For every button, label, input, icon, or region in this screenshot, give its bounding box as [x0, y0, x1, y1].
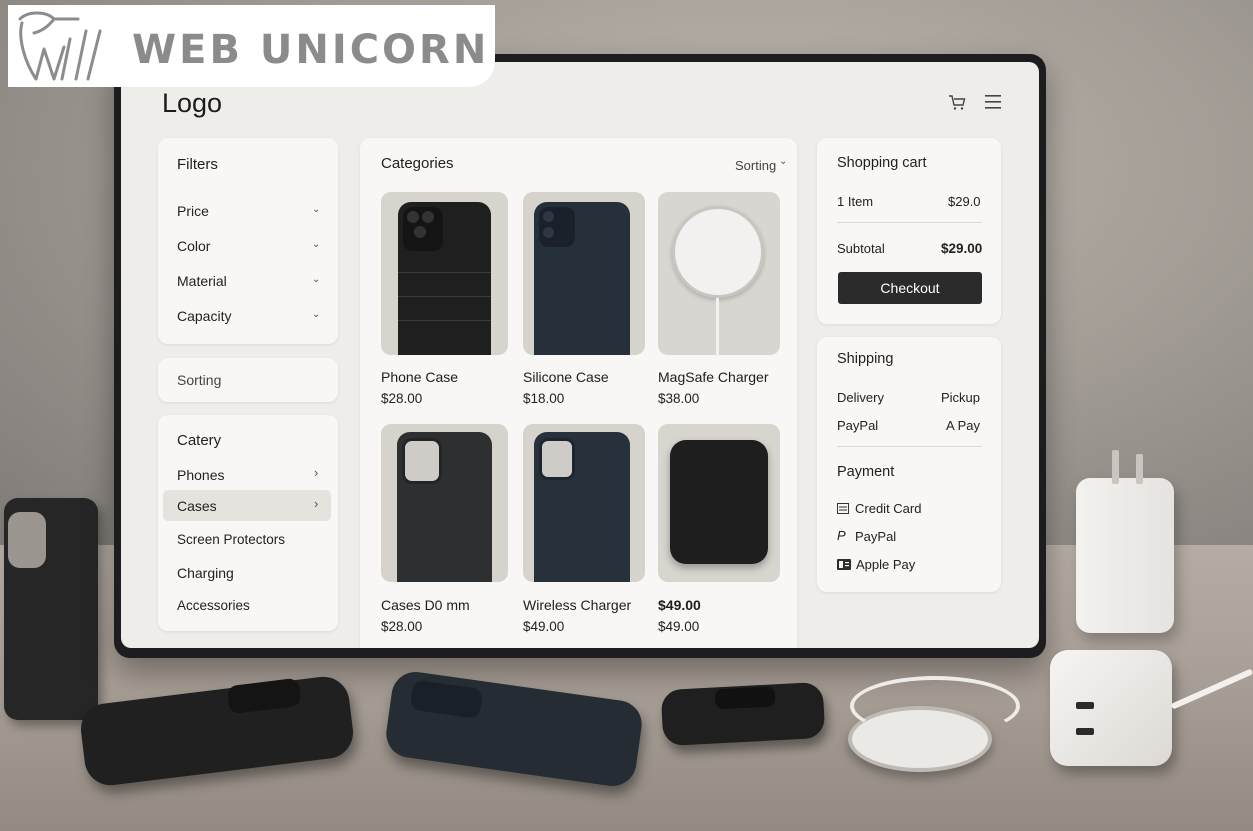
- apple-pay-icon: [837, 559, 851, 570]
- chevron-down-icon: ⌄: [312, 204, 321, 215]
- product-name: $49.00: [658, 597, 701, 613]
- page-logo[interactable]: Logo: [162, 88, 222, 119]
- subtotal-label: Subtotal: [837, 241, 885, 256]
- shipping-option-apple-pay[interactable]: A Pay: [946, 418, 980, 433]
- sorting-box[interactable]: Sorting: [158, 358, 338, 402]
- filter-label: Material: [177, 273, 227, 289]
- shipping-option-delivery[interactable]: Delivery: [837, 390, 884, 405]
- cart-title: Shopping cart: [837, 155, 927, 171]
- shipping-title: Shipping: [837, 351, 894, 367]
- payment-label: Credit Card: [855, 501, 922, 516]
- product-price: $49.00: [658, 619, 700, 634]
- product-image-black-ribbed-phone-case: [381, 192, 508, 355]
- product-name: Cases D0 mm: [381, 597, 470, 613]
- filter-label: Color: [177, 238, 211, 254]
- product-image-navy-silicone-case: [523, 192, 645, 355]
- cart-divider: [837, 222, 982, 223]
- product-name: Phone Case: [381, 369, 459, 385]
- filters-title: Filters: [177, 156, 218, 173]
- desk-magsafe-cable: [850, 676, 1020, 736]
- cart-icon[interactable]: [947, 92, 967, 112]
- credit-card-icon: [837, 503, 849, 514]
- brand-watermark: WEB UNICORN: [8, 5, 495, 87]
- filter-label: Capacity: [177, 308, 232, 324]
- product-image-white-magsafe-charger: [658, 192, 780, 355]
- filter-label: Price: [177, 203, 209, 219]
- product-image-black-wallet: [658, 424, 780, 582]
- product-price: $18.00: [523, 391, 565, 406]
- chevron-down-icon: ⌄: [312, 309, 321, 320]
- category-item-accessories[interactable]: Accessories: [177, 598, 250, 613]
- payment-label: PayPal: [855, 529, 897, 544]
- product-price: $49.00: [523, 619, 565, 634]
- catalog-panel: Categories Sorting ⌄ Phone Case $28.00 S…: [360, 138, 797, 648]
- product-name: Wireless Charger: [523, 597, 632, 613]
- category-label: Phones: [177, 467, 225, 483]
- shipping-divider: [837, 446, 982, 447]
- shipping-option-pickup[interactable]: Pickup: [941, 390, 980, 405]
- product-price: $28.00: [381, 619, 423, 634]
- payment-label: Apple Pay: [856, 557, 916, 572]
- chevron-down-icon: ⌄: [312, 274, 321, 285]
- unicorn-logo-icon: [18, 11, 102, 81]
- product-name: MagSafe Charger: [658, 369, 769, 385]
- usb-charger-prop: [1076, 450, 1174, 633]
- desk-phone-case-3: [660, 681, 826, 747]
- sorting-label: Sorting: [177, 372, 222, 388]
- cart-items-price: $29.0: [948, 194, 981, 209]
- category-item-cases[interactable]: Cases ›: [163, 490, 331, 521]
- chevron-down-icon: ⌄: [312, 239, 321, 250]
- payment-title: Payment: [837, 464, 895, 480]
- paypal-icon: P: [837, 528, 846, 543]
- category-label: Cases: [177, 498, 217, 514]
- hamburger-icon[interactable]: [985, 94, 1003, 110]
- category-item-charging[interactable]: Charging: [177, 565, 234, 581]
- chevron-right-icon: ›: [314, 496, 319, 511]
- cart-items-label: 1 Item: [837, 194, 874, 209]
- product-price: $38.00: [658, 391, 700, 406]
- catalog-title: Categories: [381, 155, 454, 172]
- sort-label: Sorting: [735, 158, 777, 173]
- product-price: $28.00: [381, 391, 423, 406]
- product-image-gray-phone-case: [381, 424, 508, 582]
- subtotal-value: $29.00: [941, 241, 983, 256]
- category-nav-panel: Catery Phones › Cases › Screen Protector…: [158, 415, 338, 631]
- store-screen: Logo Filters Price ⌄ Color ⌄ Material ⌄ …: [121, 62, 1039, 648]
- checkout-button[interactable]: Checkout: [838, 272, 982, 304]
- brand-name: WEB UNICORN: [132, 27, 490, 73]
- category-nav-title: Catery: [177, 432, 222, 449]
- category-item-screen-protectors[interactable]: Screen Protectors: [177, 532, 285, 547]
- shipping-option-paypal[interactable]: PayPal: [837, 418, 878, 433]
- filters-panel: Filters Price ⌄ Color ⌄ Material ⌄ Capac…: [158, 138, 338, 344]
- chevron-down-icon: ⌄: [779, 156, 788, 167]
- left-phone-case-prop: [4, 498, 98, 720]
- product-image-navy-case: [523, 424, 645, 582]
- desk-cube-charger: [1050, 650, 1172, 766]
- chevron-right-icon: ›: [314, 465, 319, 480]
- product-name: Silicone Case: [523, 369, 609, 385]
